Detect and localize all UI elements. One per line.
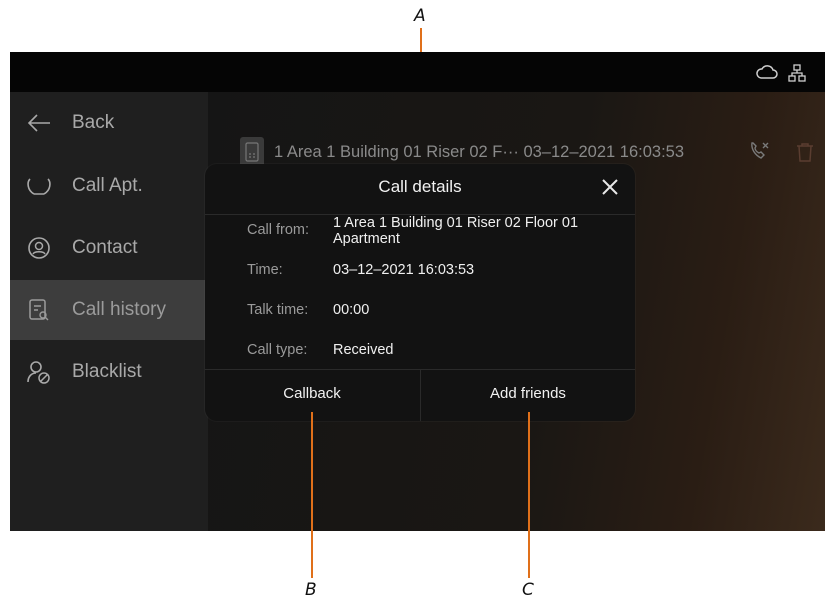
network-icon [788, 64, 806, 87]
sidebar-item-blacklist[interactable]: Blacklist [10, 348, 208, 396]
sidebar-item-label: Blacklist [72, 361, 142, 382]
call-apt-icon [24, 171, 54, 201]
detail-value: Received [333, 342, 394, 358]
sidebar-item-label: Contact [72, 237, 138, 258]
call-history-icon [24, 295, 54, 325]
annotation-line-b [311, 412, 313, 578]
blacklist-icon [24, 357, 54, 387]
sidebar-item-contact[interactable]: Contact [10, 224, 208, 272]
status-bar [10, 52, 825, 92]
annotation-label-b: B [305, 580, 317, 600]
detail-value: 1 Area 1 Building 01 Riser 02 Floor 01 A… [333, 215, 579, 247]
detail-label: Call type: [247, 342, 308, 358]
trash-icon[interactable] [796, 142, 814, 167]
detail-value: 03–12–2021 16:03:53 [333, 262, 475, 278]
dialog-title: Call details [378, 177, 462, 196]
cloud-icon [756, 64, 778, 85]
sidebar-item-call-apt[interactable]: Call Apt. [10, 162, 208, 210]
contact-icon [24, 233, 54, 263]
back-button[interactable]: Back [10, 99, 208, 147]
annotation-label-a: A [414, 6, 426, 26]
sidebar: Back Call Apt. Contact Call history Blac… [10, 92, 208, 531]
phone-device-icon [240, 137, 264, 167]
close-icon[interactable] [599, 176, 621, 198]
history-row-text: 1 Area 1 Building 01 Riser 02 F··· 03–12… [274, 142, 685, 161]
back-arrow-icon [24, 108, 54, 138]
annotation-line-c [528, 412, 530, 578]
sidebar-item-label: Call Apt. [72, 175, 143, 196]
detail-value: 00:00 [333, 302, 370, 318]
missed-call-icon[interactable] [748, 140, 770, 167]
annotation-label-c: C [522, 580, 534, 600]
sidebar-item-label: Call history [72, 299, 166, 320]
sidebar-item-call-history[interactable]: Call history [10, 280, 208, 340]
detail-label: Talk time: [247, 302, 309, 318]
detail-label: Call from: [247, 222, 310, 238]
call-details-dialog: Call details Call from: 1 Area 1 Buildin… [205, 164, 635, 421]
detail-label: Time: [247, 262, 283, 278]
back-label: Back [72, 112, 115, 133]
